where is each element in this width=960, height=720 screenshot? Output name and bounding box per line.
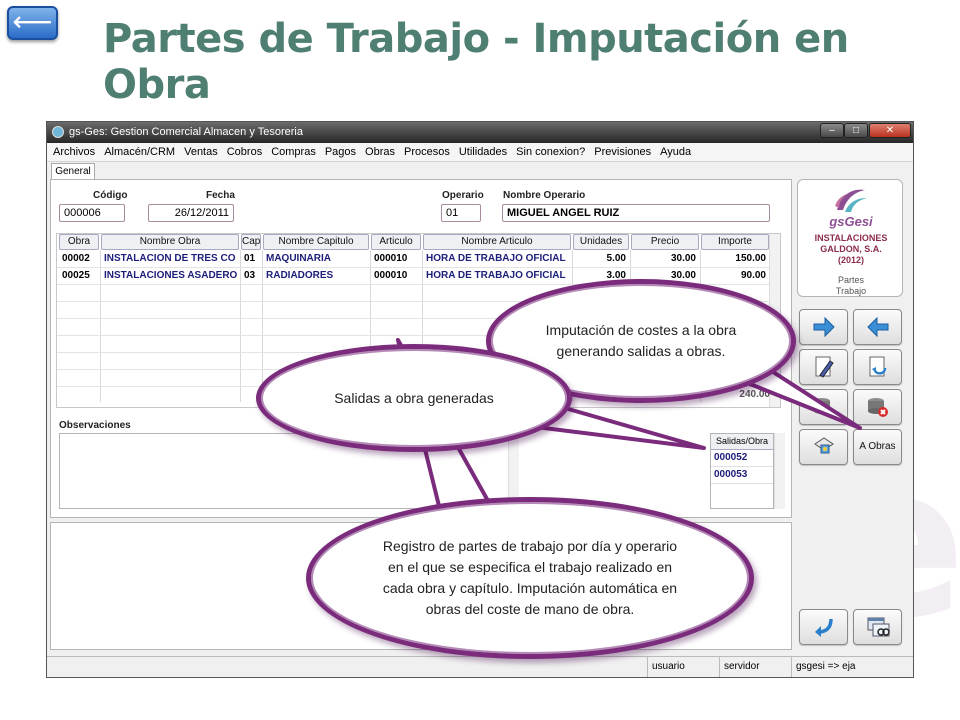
callout-salidas: Salidas a obra generadas bbox=[256, 344, 572, 452]
callout-registro: Registro de partes de trabajo por día y … bbox=[306, 497, 754, 659]
